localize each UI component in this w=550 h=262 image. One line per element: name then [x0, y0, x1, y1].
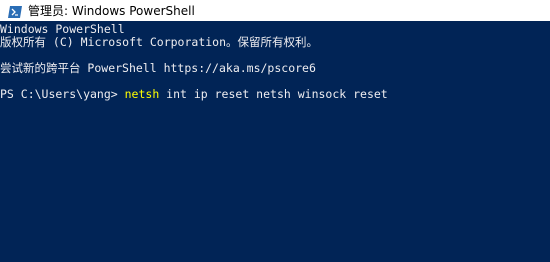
command-arguments: int ip reset netsh winsock reset — [159, 87, 388, 101]
console-line: 尝试新的跨平台 PowerShell https://aka.ms/pscore… — [0, 61, 316, 75]
console-area[interactable]: Windows PowerShell 版权所有 (C) Microsoft Co… — [0, 21, 550, 262]
powershell-icon — [8, 5, 22, 18]
command-line[interactable]: PS C:\Users\yang> netsh int ip reset net… — [0, 88, 550, 101]
window-title: 管理员: Windows PowerShell — [28, 4, 195, 18]
command-name: netsh — [124, 87, 160, 101]
console-line: 版权所有 (C) Microsoft Corporation。保留所有权利。 — [0, 35, 319, 49]
title-bar[interactable]: 管理员: Windows PowerShell — [0, 0, 550, 21]
prompt: PS C:\Users\yang> — [0, 87, 125, 101]
powershell-window: 管理员: Windows PowerShell Windows PowerShe… — [0, 0, 550, 262]
